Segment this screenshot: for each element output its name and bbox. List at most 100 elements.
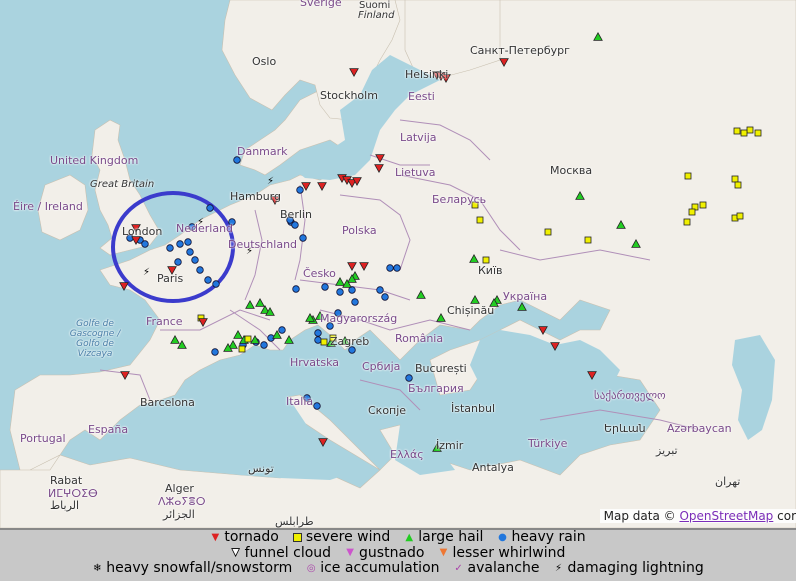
label-tehran: تهران (715, 475, 741, 488)
label-sverige: Sverige (300, 0, 342, 9)
severe-wind-marker (482, 256, 490, 264)
label-barcelona: Barcelona (140, 396, 195, 409)
severe-wind-marker (244, 335, 252, 343)
legend-heavy-snowfall: ❄ heavy snowfall/snowstorm (92, 560, 292, 577)
label-paris: Paris (157, 272, 184, 285)
label-gb: Great Britain (90, 179, 155, 190)
label-alger: Alger (165, 482, 194, 495)
label-rabat-ar: الرباط (50, 499, 80, 512)
legend-label: gustnado (359, 544, 425, 561)
severe-wind-marker (238, 345, 246, 353)
label-nederland: Nederland (176, 222, 234, 235)
heavy-rain-marker (166, 244, 174, 252)
label-tabriz: تبریز (656, 444, 678, 457)
legend-funnel-cloud: ▼ funnel cloud (231, 544, 332, 562)
severe-wind-marker (731, 175, 739, 183)
label-espana: España (88, 423, 129, 436)
label-berlin: Berlin (280, 208, 312, 221)
legend-label: severe wind (305, 529, 391, 545)
legend-row-1: ▼ tornado severe wind ▲ large hail ● heavy … (0, 529, 796, 546)
attribution-tail: cor (777, 509, 796, 523)
severe-wind-marker (688, 208, 696, 216)
label-latvija: Latvija (400, 131, 437, 144)
legend-gustnado: ▼ gustnado (345, 544, 425, 562)
lightning-icon: ⚡ (554, 562, 562, 574)
label-italia: Italia (286, 395, 314, 408)
legend-row-2: ▼ funnel cloud ▼ gustnado ▼ lesser whirlwin… (0, 544, 796, 562)
legend-label: tornado (224, 529, 279, 545)
osm-link[interactable]: OpenStreetMap (679, 509, 773, 523)
label-bulgaria: България (408, 382, 464, 395)
severe-wind-icon (292, 533, 302, 543)
label-france: France (146, 315, 183, 328)
severe-wind-marker (476, 216, 484, 224)
lesser-whirlwind-icon: ▼ (439, 547, 448, 559)
heavy-rain-marker (296, 186, 304, 194)
heavy-rain-marker (196, 266, 204, 274)
label-hrvatska: Hrvatska (290, 356, 340, 369)
heavy-rain-marker (212, 280, 220, 288)
legend-ice-accumulation: ◎ ice accumulation (306, 560, 440, 577)
legend-large-hail: ▲ large hail (404, 529, 483, 546)
label-romania: România (395, 332, 444, 345)
heavy-rain-marker (141, 240, 149, 248)
legend-damaging-lightning: ⚡ damaging lightning (553, 560, 704, 577)
funnel-cloud-icon: ▼ (231, 547, 240, 559)
legend-label: funnel cloud (244, 544, 332, 561)
label-istanbul: İstanbul (451, 402, 496, 415)
label-tarabulus: طرابلس (275, 515, 314, 528)
label-helsinki: Helsinki (405, 68, 449, 81)
label-alger-ar: الجزائر (163, 508, 195, 521)
heavy-rain-marker (381, 293, 389, 301)
heavy-rain-marker (336, 288, 344, 296)
label-srbija: Србија (362, 360, 401, 373)
severe-wind-marker (320, 338, 328, 346)
heavy-rain-marker (191, 256, 199, 264)
tornado-icon: ▼ (211, 531, 220, 543)
severe-wind-marker (684, 172, 692, 180)
heavy-rain-marker (204, 276, 212, 284)
legend-heavy-rain: ● heavy rain (497, 529, 586, 546)
heavy-rain-marker (405, 374, 413, 382)
label-zagreb: Zagreb (330, 335, 370, 348)
heavy-rain-marker (291, 221, 299, 229)
heavy-rain-marker (260, 341, 268, 349)
label-polska: Polska (342, 224, 377, 237)
severe-wind-marker (683, 218, 691, 226)
gustnado-icon: ▼ (346, 547, 354, 559)
legend-label: ice accumulation (320, 560, 440, 576)
map-canvas[interactable]: ⚡ ⚡ ⚡ ⚡ Sverige Suomi Finland Oslo Stockhol… (0, 0, 796, 528)
label-eesti: Eesti (408, 90, 435, 103)
label-belarus: Беларусь (432, 193, 487, 206)
heavy-rain-marker (299, 234, 307, 242)
heavy-rain-marker (386, 264, 394, 272)
map-legend: ▼ tornado severe wind ▲ large hail ● heavy … (0, 528, 796, 581)
label-chisinau: Chișinău (447, 304, 495, 317)
severe-wind-marker (584, 236, 592, 244)
label-finland: Finland (358, 10, 395, 21)
avalanche-icon: ✓ (454, 562, 463, 574)
label-uk: United Kingdom (50, 154, 139, 167)
label-london: London (122, 225, 163, 238)
lightning-marker: ⚡ (143, 267, 150, 278)
label-georgia: საქართველო (594, 389, 666, 402)
label-skopje: Скопје (368, 404, 407, 417)
severe-wind-marker (746, 126, 754, 134)
label-rabat: Rabat (50, 474, 83, 487)
label-azerbaycan: Azərbaycan (667, 422, 732, 435)
heavy-rain-marker (211, 348, 219, 356)
severe-wind-marker (754, 129, 762, 137)
snowflake-icon: ❄ (93, 562, 102, 574)
label-erevan: Երևան (604, 422, 646, 435)
label-alger-tif: ⴷⵣⴰⵢⴻⵔ (158, 495, 206, 508)
heavy-rain-marker (292, 285, 300, 293)
label-turkiye: Türkiye (528, 437, 568, 450)
label-bucuresti: București (415, 362, 467, 375)
severe-wind-marker (544, 228, 552, 236)
heavy-rain-marker (176, 240, 184, 248)
severe-wind-marker (740, 129, 748, 137)
large-hail-marker (517, 301, 527, 311)
severe-wind-marker (734, 181, 742, 189)
legend-label: damaging lightning (567, 560, 704, 576)
heavy-rain-marker (376, 286, 384, 294)
